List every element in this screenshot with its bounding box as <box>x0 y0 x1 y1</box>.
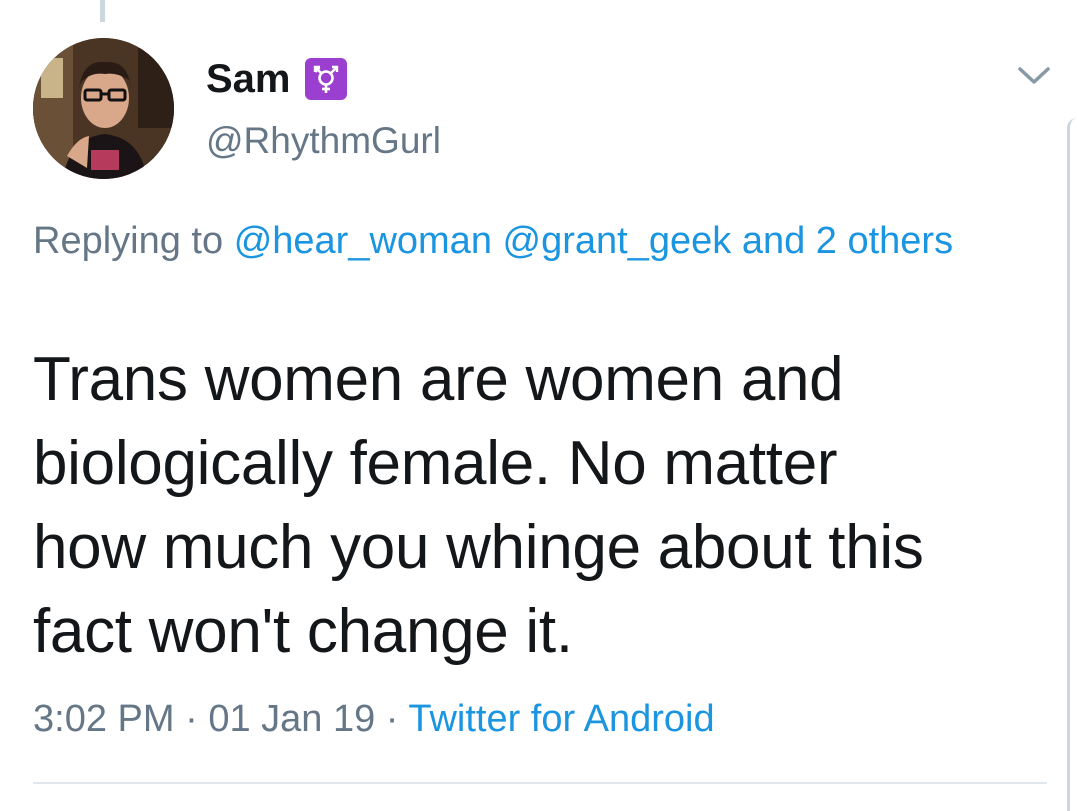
reply-prefix: Replying to <box>33 220 224 262</box>
meta-separator: · <box>385 698 399 740</box>
tweet-text-line: biologically female. No matter <box>33 429 838 498</box>
adjacent-card-edge <box>1067 118 1077 811</box>
author-name-row[interactable]: Sam <box>206 55 347 103</box>
tweet-text-line: how much you whinge about this <box>33 513 924 582</box>
tweet-date[interactable]: 01 Jan 19 <box>208 698 375 740</box>
chevron-down-icon[interactable] <box>1012 58 1056 92</box>
reply-context: Replying to @hear_woman @grant_geek and … <box>33 212 993 270</box>
mention-link[interactable]: @grant_geek <box>503 220 732 262</box>
tweet-text-line: Trans women are women and <box>33 345 844 414</box>
tweet-source-link[interactable]: Twitter for Android <box>408 698 714 740</box>
divider <box>33 782 1047 784</box>
tweet-metadata: 3:02 PM · 01 Jan 19 · Twitter for Androi… <box>33 693 715 745</box>
mention-link[interactable]: @hear_woman <box>234 220 492 262</box>
meta-separator: · <box>185 698 198 740</box>
tweet-time[interactable]: 3:02 PM <box>33 698 175 740</box>
display-name[interactable]: Sam <box>206 55 291 103</box>
tweet-text-line: fact won't change it. <box>33 597 573 666</box>
tweet-text: Trans women are women and biologically f… <box>33 338 1033 674</box>
transgender-symbol-icon <box>304 58 347 100</box>
thread-connector-line <box>100 0 105 22</box>
avatar-image <box>33 38 174 179</box>
avatar[interactable] <box>33 38 174 179</box>
user-handle[interactable]: @RhythmGurl <box>206 118 441 164</box>
others-link[interactable]: and 2 others <box>742 220 953 262</box>
